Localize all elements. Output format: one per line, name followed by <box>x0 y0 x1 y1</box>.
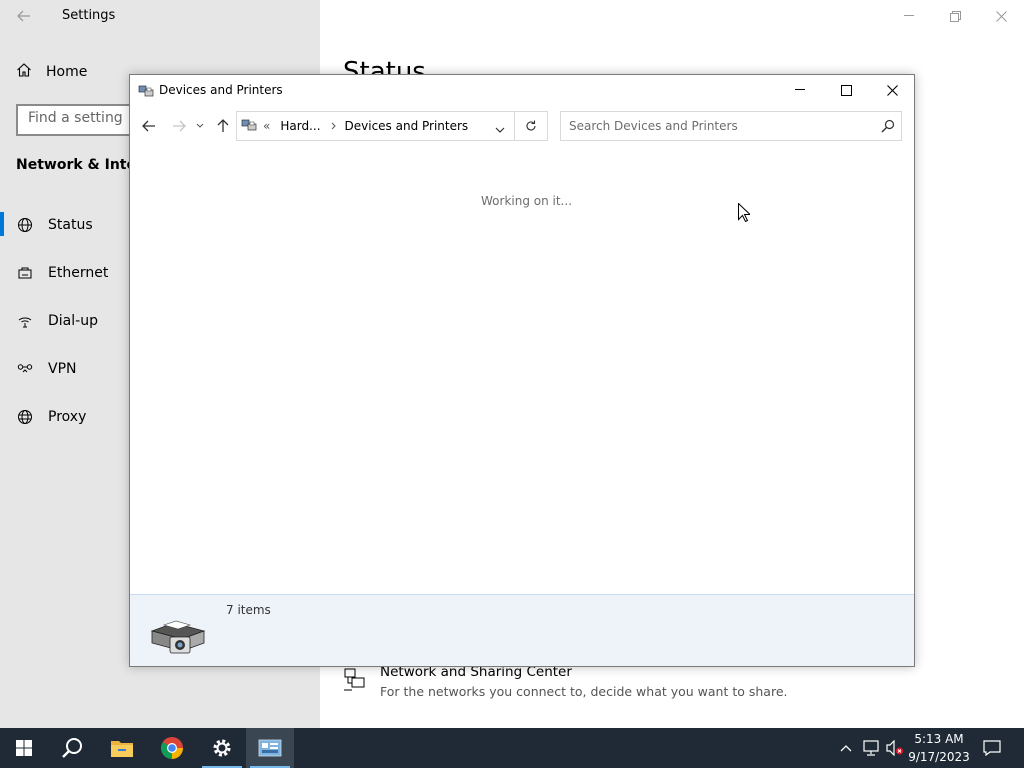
settings-close-button[interactable] <box>978 0 1024 32</box>
devices-printers-large-icon <box>148 609 208 661</box>
breadcrumb-separator-icon <box>331 119 337 133</box>
breadcrumb-overflow[interactable]: « <box>263 119 270 133</box>
nav-item-status[interactable]: Status <box>16 213 93 237</box>
explorer-titlebar: Devices and Printers <box>130 75 914 105</box>
explorer-maximize-button[interactable] <box>823 75 869 105</box>
address-dropdown-chevron-icon[interactable] <box>495 123 505 137</box>
settings-restore-button[interactable] <box>932 0 978 32</box>
settings-titlebar: Settings <box>0 0 1024 32</box>
taskbar: 5:13 AM 9/17/2023 <box>0 728 1024 768</box>
devices-printers-taskbar-icon[interactable] <box>246 728 294 768</box>
ethernet-icon <box>16 264 34 282</box>
nav-item-proxy[interactable]: Proxy <box>16 405 86 429</box>
section-heading: Network & Internet <box>16 157 130 173</box>
nav-item-dial-up[interactable]: Dial-up <box>16 309 98 333</box>
nav-item-label: Ethernet <box>48 265 109 281</box>
nav-item-label: VPN <box>48 361 77 377</box>
address-location-icon <box>241 118 257 135</box>
explorer-title: Devices and Printers <box>159 83 283 97</box>
recent-locations-chevron-icon[interactable] <box>193 115 207 137</box>
home-icon <box>16 62 32 82</box>
home-label: Home <box>46 64 88 80</box>
explorer-navigation-bar: « Hard... Devices and Printers Search De… <box>130 111 914 141</box>
show-hidden-icons-chevron-icon[interactable] <box>836 728 856 768</box>
find-setting-input[interactable]: Find a setting <box>16 104 140 136</box>
system-clock[interactable]: 5:13 AM 9/17/2023 <box>905 730 973 766</box>
settings-gear-icon[interactable] <box>198 728 246 768</box>
active-indicator <box>0 212 4 236</box>
breadcrumb-devices-printers[interactable]: Devices and Printers <box>345 119 469 133</box>
home-nav-item[interactable]: Home <box>16 62 87 82</box>
nav-item-vpn[interactable]: VPN <box>16 357 77 381</box>
clock-time: 5:13 AM <box>914 732 964 746</box>
network-sharing-icon <box>342 666 368 696</box>
nav-item-label: Dial-up <box>48 313 98 329</box>
network-sharing-description: For the networks you connect to, decide … <box>380 684 788 699</box>
settings-title: Settings <box>62 8 116 23</box>
file-explorer-icon[interactable] <box>98 728 146 768</box>
volume-muted-icon[interactable] <box>884 728 906 768</box>
breadcrumb-hardware[interactable]: Hard... <box>280 119 320 133</box>
up-button[interactable] <box>213 115 233 137</box>
dial-up-icon <box>16 312 34 330</box>
back-arrow-icon[interactable] <box>14 7 34 25</box>
nav-item-label: Status <box>48 217 93 233</box>
back-button[interactable] <box>139 115 159 137</box>
address-bar[interactable]: « Hard... Devices and Printers <box>236 111 548 141</box>
globe-icon <box>16 408 34 426</box>
search-devices-input[interactable]: Search Devices and Printers <box>560 111 902 141</box>
devices-printers-window: Devices and Printers « Hard... Devices a… <box>129 74 915 667</box>
explorer-close-button[interactable] <box>869 75 915 105</box>
globe-status-icon <box>16 216 34 234</box>
search-placeholder: Search Devices and Printers <box>569 119 738 133</box>
nav-item-label: Proxy <box>48 409 87 425</box>
action-center-icon[interactable] <box>978 728 1006 768</box>
refresh-button[interactable] <box>514 111 548 141</box>
chrome-icon[interactable] <box>148 728 196 768</box>
item-count: 7 items <box>226 603 271 617</box>
vpn-icon <box>16 360 34 378</box>
search-icon[interactable] <box>48 728 96 768</box>
settings-minimize-button[interactable] <box>886 0 932 32</box>
nav-item-ethernet[interactable]: Ethernet <box>16 261 108 285</box>
mouse-cursor-icon <box>738 202 752 226</box>
clock-date: 9/17/2023 <box>908 750 970 764</box>
devices-printers-icon <box>138 83 154 102</box>
loading-status-text: Working on it... <box>481 194 573 208</box>
search-icon[interactable] <box>881 119 895 136</box>
start-icon[interactable] <box>0 728 48 768</box>
explorer-minimize-button[interactable] <box>777 75 823 105</box>
network-tray-icon[interactable] <box>860 728 882 768</box>
details-pane: 7 items <box>130 594 914 666</box>
forward-button[interactable] <box>169 115 189 137</box>
